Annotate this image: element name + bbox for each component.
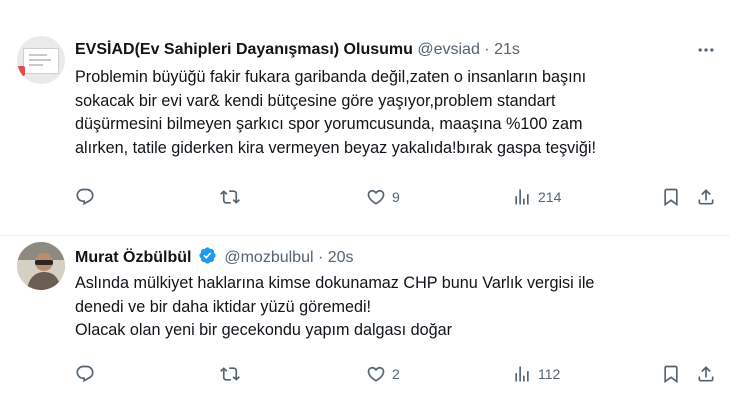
avatar[interactable] xyxy=(17,242,65,290)
like-count: 9 xyxy=(392,189,400,205)
separator-dot: · xyxy=(317,249,324,266)
bookmark-icon xyxy=(664,365,678,384)
like-icon xyxy=(367,189,385,205)
like-button[interactable]: 9 xyxy=(366,185,400,209)
reply-icon xyxy=(76,365,94,383)
tweet-text-line: sokacak bir evi var& kendi bütçesine gör… xyxy=(75,91,556,110)
tweet-text-line: Aslında mülkiyet haklarına kimse dokunam… xyxy=(75,274,595,292)
retweet-button[interactable] xyxy=(220,362,246,386)
avatar[interactable] xyxy=(17,36,65,84)
views-icon xyxy=(515,189,529,205)
author-name[interactable]: Murat Özbülbül xyxy=(75,249,191,266)
tweet-header: Murat Özbülbül @mozbulbul · 20s xyxy=(75,246,354,271)
like-icon xyxy=(367,366,385,382)
author-handle[interactable]: @evsiad xyxy=(417,41,480,58)
retweet-button[interactable] xyxy=(220,185,246,209)
reply-icon xyxy=(76,188,94,206)
timestamp[interactable]: 21s xyxy=(494,41,520,58)
like-button[interactable]: 2 xyxy=(366,362,400,386)
tweet[interactable]: Murat Özbülbül @mozbulbul · 20s Aslında … xyxy=(0,236,730,420)
tweet-actions: 2 112 xyxy=(0,362,730,386)
tweet-text-line: Problemin büyüğü fakir fukara garibanda … xyxy=(75,68,587,86)
bookmark-icon xyxy=(664,188,678,207)
retweet-icon xyxy=(220,190,240,204)
tweet-text: Problemin büyüğü fakir fukara garibanda … xyxy=(75,66,715,160)
tweet[interactable]: EVSİAD(Ev Sahipleri Dayanışması) Olusumu… xyxy=(0,0,730,236)
share-button[interactable] xyxy=(696,185,716,209)
view-count: 214 xyxy=(538,189,562,205)
views-button[interactable]: 214 xyxy=(512,185,561,209)
share-button[interactable] xyxy=(696,362,716,386)
views-button[interactable]: 112 xyxy=(512,362,560,386)
tweet-text-line: Olacak olan yeni bir gecekondu yapım dal… xyxy=(75,321,453,339)
tweet-text-line: düşürmesini bilmeyen şarkıcı spor yorumc… xyxy=(75,115,583,133)
tweet-actions: 9 214 xyxy=(0,185,730,209)
tweet-header: EVSİAD(Ev Sahipleri Dayanışması) Olusumu… xyxy=(75,40,520,60)
like-count: 2 xyxy=(392,366,400,382)
share-icon xyxy=(698,189,714,205)
views-icon xyxy=(515,366,529,382)
retweet-icon xyxy=(220,367,240,381)
bookmark-button[interactable] xyxy=(661,362,681,386)
reply-button[interactable] xyxy=(75,185,101,209)
more-icon[interactable] xyxy=(696,40,716,60)
tweet-text-line: alırken, tatile giderken kira vermeyen b… xyxy=(75,138,596,157)
share-icon xyxy=(698,366,714,382)
separator-dot: · xyxy=(484,41,490,58)
author-handle[interactable]: @mozbulbul xyxy=(224,249,313,266)
tweet-text: Aslında mülkiyet haklarına kimse dokunam… xyxy=(75,272,715,343)
author-name[interactable]: EVSİAD(Ev Sahipleri Dayanışması) Olusumu xyxy=(75,41,413,58)
timestamp[interactable]: 20s xyxy=(328,249,354,266)
tweet-text-line: denedi ve bir daha iktidar yüzü göremedi… xyxy=(75,297,372,316)
view-count: 112 xyxy=(538,366,561,382)
reply-button[interactable] xyxy=(75,362,101,386)
bookmark-button[interactable] xyxy=(661,185,681,209)
verified-badge-icon xyxy=(198,246,217,271)
